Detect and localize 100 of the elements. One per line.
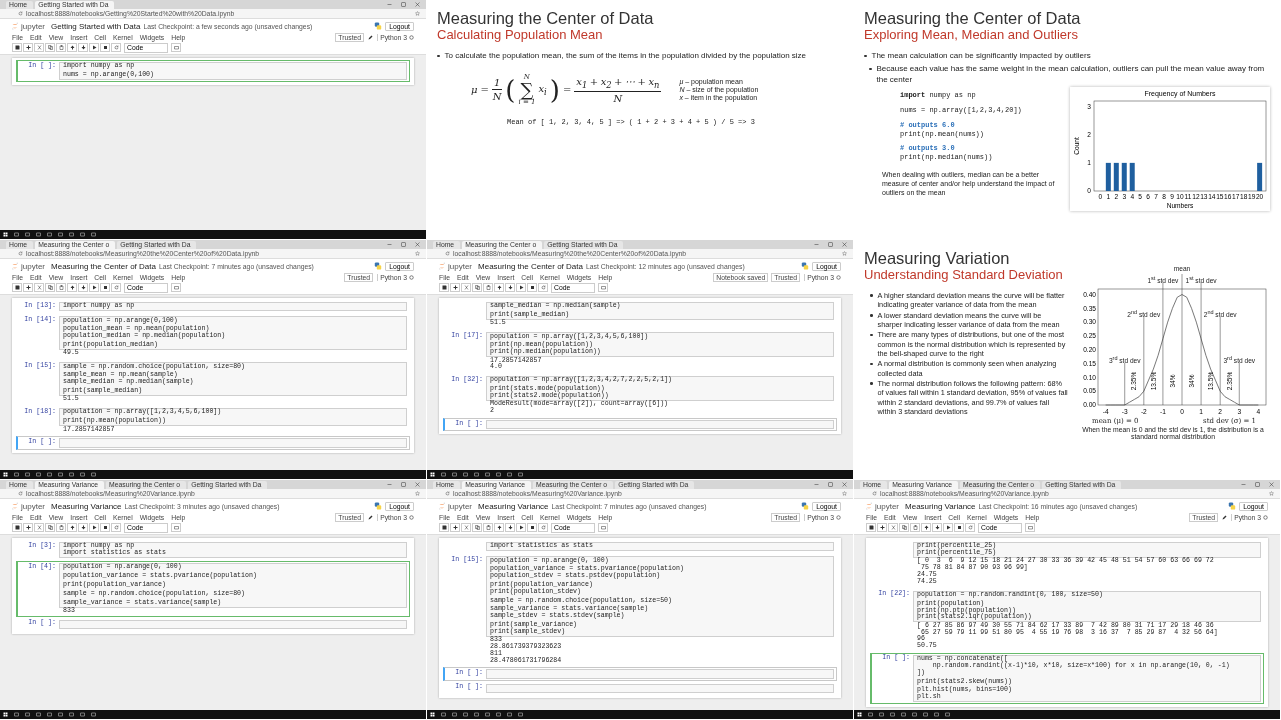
reload-icon[interactable] xyxy=(445,491,450,496)
paste-button[interactable] xyxy=(483,523,493,532)
maximize-icon[interactable] xyxy=(828,242,833,247)
stop-button[interactable] xyxy=(100,43,110,52)
stop-button[interactable] xyxy=(527,523,537,532)
add-cell-button[interactable] xyxy=(23,283,33,292)
copy-button[interactable] xyxy=(45,283,55,292)
copy-button[interactable] xyxy=(472,523,482,532)
move-up-button[interactable] xyxy=(494,523,504,532)
add-cell-button[interactable] xyxy=(450,283,460,292)
move-up-button[interactable] xyxy=(67,283,77,292)
notebook-title[interactable]: Measuring Variance xyxy=(478,501,549,511)
app-icon[interactable] xyxy=(934,712,939,717)
star-icon[interactable] xyxy=(842,251,847,256)
app-icon[interactable] xyxy=(69,232,74,237)
keyboard-button[interactable] xyxy=(171,43,181,52)
restart-button[interactable] xyxy=(111,43,121,52)
notebook-title[interactable]: Measuring Variance xyxy=(51,501,122,511)
add-cell-button[interactable] xyxy=(23,523,33,532)
copy-button[interactable] xyxy=(899,523,909,532)
add-cell-button[interactable] xyxy=(877,523,887,532)
run-button[interactable] xyxy=(516,283,526,292)
restart-button[interactable] xyxy=(111,523,121,532)
save-button[interactable] xyxy=(12,523,22,532)
app-icon[interactable] xyxy=(80,472,85,477)
notebook-cell[interactable] xyxy=(16,561,410,617)
copy-button[interactable] xyxy=(45,523,55,532)
code-input[interactable] xyxy=(59,619,407,630)
code-input[interactable] xyxy=(486,420,834,430)
start-icon[interactable] xyxy=(857,712,862,717)
close-icon[interactable] xyxy=(842,242,847,247)
app-icon[interactable] xyxy=(518,472,523,477)
add-cell-button[interactable] xyxy=(450,523,460,532)
close-icon[interactable] xyxy=(415,482,420,487)
maximize-icon[interactable] xyxy=(1255,482,1260,487)
app-icon[interactable] xyxy=(496,472,501,477)
minimize-icon[interactable] xyxy=(387,482,392,487)
app-icon[interactable] xyxy=(923,712,928,717)
run-button[interactable] xyxy=(89,523,99,532)
app-icon[interactable] xyxy=(912,712,917,717)
app-icon[interactable] xyxy=(80,712,85,717)
paste-button[interactable] xyxy=(910,523,920,532)
star-icon[interactable] xyxy=(415,251,420,256)
app-icon[interactable] xyxy=(58,712,63,717)
move-down-button[interactable] xyxy=(505,283,515,292)
move-down-button[interactable] xyxy=(932,523,942,532)
notebook-title[interactable]: Measuring Variance xyxy=(905,501,976,511)
stop-button[interactable] xyxy=(100,283,110,292)
move-down-button[interactable] xyxy=(78,283,88,292)
move-up-button[interactable] xyxy=(67,523,77,532)
close-icon[interactable] xyxy=(415,242,420,247)
save-button[interactable] xyxy=(439,523,449,532)
keyboard-button[interactable] xyxy=(1025,523,1035,532)
minimize-icon[interactable] xyxy=(387,242,392,247)
keyboard-button[interactable] xyxy=(171,523,181,532)
app-icon[interactable] xyxy=(91,232,96,237)
move-up-button[interactable] xyxy=(494,283,504,292)
app-icon[interactable] xyxy=(80,232,85,237)
app-icon[interactable] xyxy=(58,472,63,477)
keyboard-button[interactable] xyxy=(598,523,608,532)
app-icon[interactable] xyxy=(485,472,490,477)
start-icon[interactable] xyxy=(3,712,8,717)
close-icon[interactable] xyxy=(842,482,847,487)
stop-button[interactable] xyxy=(954,523,964,532)
restart-button[interactable] xyxy=(965,523,975,532)
save-button[interactable] xyxy=(439,283,449,292)
add-cell-button[interactable] xyxy=(23,43,33,52)
maximize-icon[interactable] xyxy=(401,482,406,487)
code-input[interactable] xyxy=(486,669,834,679)
maximize-icon[interactable] xyxy=(828,482,833,487)
keyboard-button[interactable] xyxy=(598,283,608,292)
save-button[interactable] xyxy=(12,43,22,52)
move-up-button[interactable] xyxy=(67,43,77,52)
app-icon[interactable] xyxy=(69,472,74,477)
star-icon[interactable] xyxy=(842,491,847,496)
run-button[interactable] xyxy=(516,523,526,532)
minimize-icon[interactable] xyxy=(387,2,392,7)
minimize-icon[interactable] xyxy=(814,242,819,247)
code-input[interactable] xyxy=(486,683,834,694)
restart-button[interactable] xyxy=(111,283,121,292)
restart-button[interactable] xyxy=(538,283,548,292)
run-button[interactable] xyxy=(89,43,99,52)
app-icon[interactable] xyxy=(91,712,96,717)
run-button[interactable] xyxy=(89,283,99,292)
minimize-icon[interactable] xyxy=(814,482,819,487)
copy-button[interactable] xyxy=(472,283,482,292)
notebook-title[interactable]: Measuring the Center of Data xyxy=(51,261,156,271)
paste-button[interactable] xyxy=(56,523,66,532)
minimize-icon[interactable] xyxy=(1241,482,1246,487)
run-button[interactable] xyxy=(943,523,953,532)
reload-icon[interactable] xyxy=(872,491,877,496)
app-icon[interactable] xyxy=(91,472,96,477)
paste-button[interactable] xyxy=(483,283,493,292)
start-icon[interactable] xyxy=(430,472,435,477)
app-icon[interactable] xyxy=(945,712,950,717)
paste-button[interactable] xyxy=(56,43,66,52)
app-icon[interactable] xyxy=(69,712,74,717)
start-icon[interactable] xyxy=(3,472,8,477)
save-button[interactable] xyxy=(12,283,22,292)
maximize-icon[interactable] xyxy=(401,242,406,247)
